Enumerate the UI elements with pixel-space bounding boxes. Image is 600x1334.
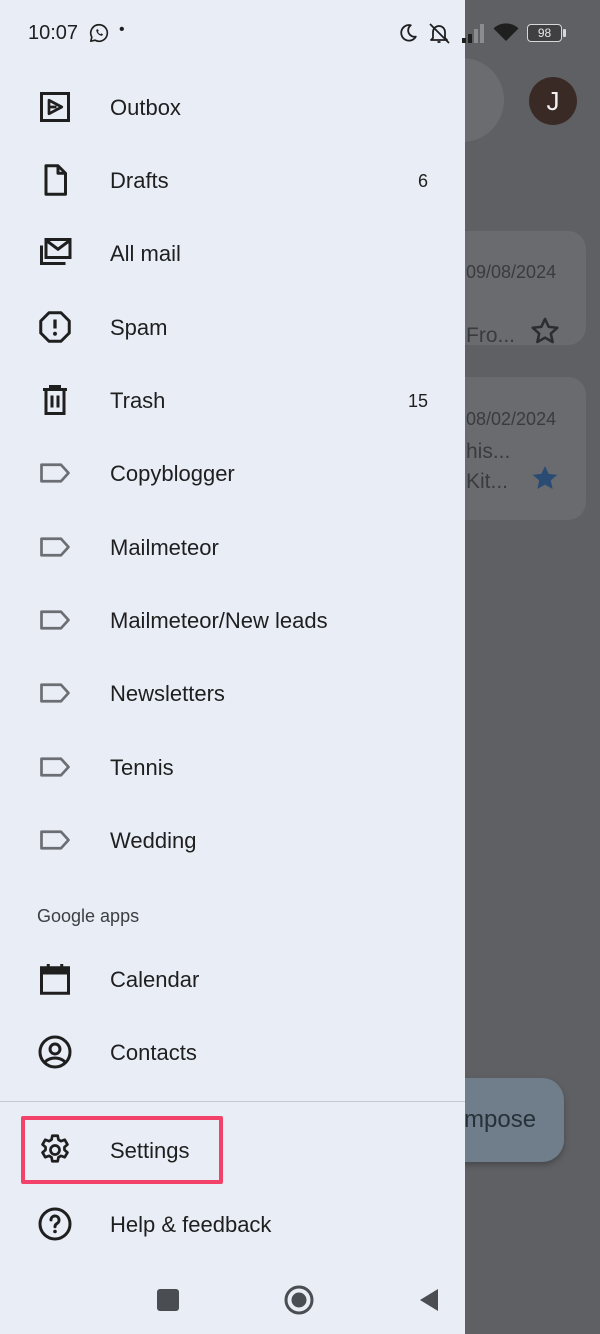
- settings-highlight-box: [21, 1116, 223, 1184]
- outbox-icon: [40, 92, 70, 122]
- email-snippet: Kit...: [466, 470, 509, 493]
- drawer-item-trash[interactable]: Trash 15: [0, 367, 465, 433]
- email-snippet: Fro...: [466, 324, 516, 347]
- drawer-item-label: Spam: [110, 315, 168, 340]
- email-date: 09/08/2024: [466, 262, 557, 282]
- drawer-item-label: All mail: [110, 241, 181, 266]
- drawer-divider: [0, 1101, 465, 1102]
- battery-level: 98: [527, 24, 562, 42]
- wifi-icon: [493, 23, 519, 41]
- drawer-item-label: Outbox: [110, 95, 181, 120]
- status-bar: 10:07 • 98: [0, 0, 600, 68]
- drawer-item-label: Newsletters: [110, 681, 225, 706]
- recents-icon[interactable]: [152, 1284, 184, 1316]
- label-icon: [40, 610, 70, 630]
- navigation-drawer: Outbox Drafts 6 All mail Spam Trash 15 C…: [0, 0, 465, 1334]
- drawer-item-label: Tennis: [110, 755, 174, 780]
- status-time: 10:07: [28, 22, 79, 44]
- drawer-item-mailmeteor-new-leads[interactable]: Mailmeteor/New leads: [0, 587, 465, 653]
- drawer-item-label: Contacts: [110, 1040, 197, 1065]
- drawer-item-count: 15: [407, 391, 428, 411]
- signal-icon: [462, 24, 484, 43]
- status-dot: •: [119, 21, 125, 38]
- spam-icon: [39, 311, 71, 343]
- label-icon: [40, 683, 70, 703]
- email-snippet: his...: [466, 440, 511, 463]
- drawer-item-calendar[interactable]: Calendar: [0, 946, 465, 1012]
- drawer-item-help-feedback[interactable]: Help & feedback: [0, 1191, 465, 1257]
- system-navigation-bar: [0, 1266, 465, 1334]
- contacts-icon: [38, 1035, 72, 1069]
- all-mail-icon: [40, 238, 72, 265]
- drafts-icon: [44, 164, 67, 196]
- drawer-item-mailmeteor[interactable]: Mailmeteor: [0, 514, 465, 580]
- label-icon: [40, 757, 70, 777]
- drawer-item-tennis[interactable]: Tennis: [0, 734, 465, 800]
- label-icon: [40, 463, 70, 483]
- drawer-item-spam[interactable]: Spam: [0, 294, 465, 360]
- compose-label: mpose: [464, 1106, 537, 1133]
- google-apps-header: Google apps: [37, 906, 140, 926]
- drawer-item-drafts[interactable]: Drafts 6: [0, 147, 465, 213]
- drawer-item-label: Wedding: [110, 828, 197, 853]
- drawer-item-label: Trash: [110, 388, 166, 413]
- label-icon: [40, 830, 70, 850]
- drawer-item-outbox[interactable]: Outbox: [0, 74, 465, 140]
- drawer-item-wedding[interactable]: Wedding: [0, 807, 465, 873]
- help-icon: [38, 1207, 72, 1241]
- back-icon[interactable]: [414, 1284, 446, 1316]
- whatsapp-icon: [89, 23, 109, 43]
- drawer-item-label: Help & feedback: [110, 1212, 272, 1237]
- home-icon[interactable]: [283, 1284, 315, 1316]
- drawer-item-label: Calendar: [110, 967, 200, 992]
- moon-icon: [400, 24, 417, 42]
- email-date: 08/02/2024: [466, 409, 557, 429]
- drawer-item-newsletters[interactable]: Newsletters: [0, 660, 465, 726]
- drawer-item-contacts[interactable]: Contacts: [0, 1019, 465, 1085]
- drawer-item-all-mail[interactable]: All mail: [0, 220, 465, 286]
- mute-icon: [429, 23, 450, 44]
- trash-icon: [43, 385, 67, 415]
- calendar-icon: [40, 964, 70, 995]
- drawer-item-label: Mailmeteor: [110, 535, 219, 560]
- star-filled-icon[interactable]: [528, 461, 562, 495]
- drawer-item-copyblogger[interactable]: Copyblogger: [0, 440, 465, 506]
- drawer-item-label: Mailmeteor/New leads: [110, 608, 328, 633]
- drawer-item-label: Copyblogger: [110, 461, 235, 486]
- avatar[interactable]: J: [529, 77, 577, 125]
- drawer-item-count: 6: [417, 171, 428, 191]
- label-icon: [40, 537, 70, 557]
- star-outline-icon[interactable]: [528, 314, 562, 348]
- drawer-item-label: Drafts: [110, 168, 169, 193]
- battery-icon: 98: [527, 24, 567, 43]
